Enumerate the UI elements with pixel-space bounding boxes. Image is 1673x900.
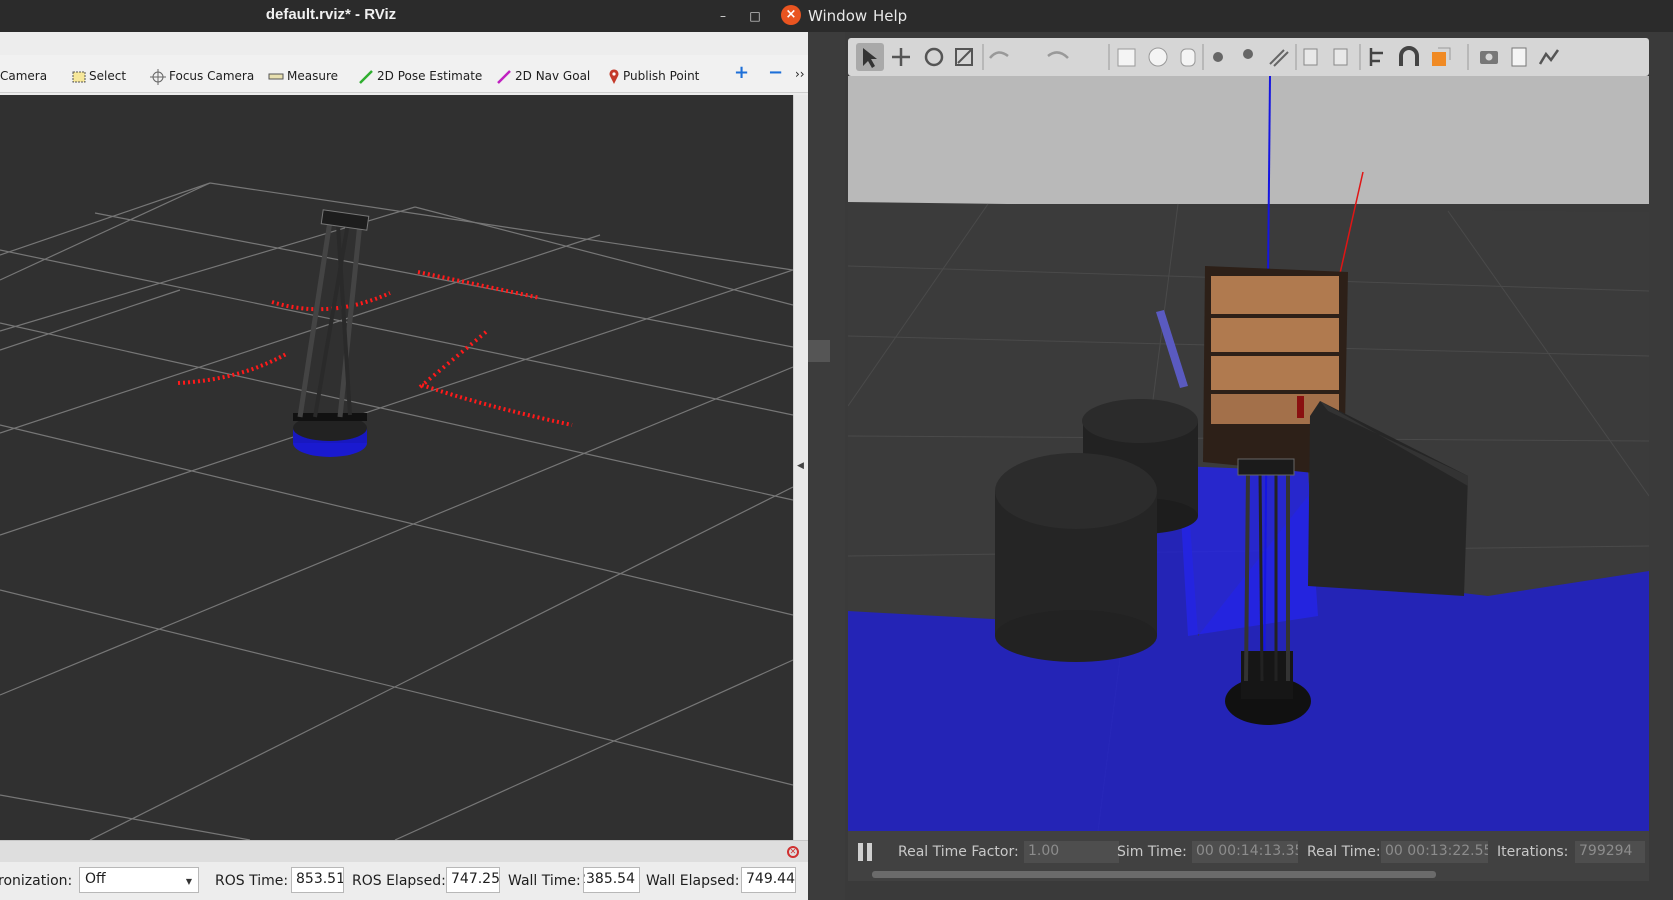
gazebo-3d-viewport[interactable]: [848, 76, 1649, 831]
horizontal-scrollbar[interactable]: [872, 871, 1436, 878]
remove-tool-button[interactable]: −: [768, 64, 783, 82]
select-box-icon: [72, 71, 86, 82]
sim-time-value: 00 00:14:13.354: [1192, 841, 1298, 863]
synchronization-value: Off: [85, 871, 106, 887]
wall-time-field[interactable]: 2385.54: [583, 867, 640, 893]
add-tool-button[interactable]: +: [734, 64, 749, 82]
gazebo-toolbar-icons: [856, 43, 1560, 71]
gazebo-menubar: [808, 0, 1673, 32]
ruler-icon: [268, 73, 284, 79]
tool-select[interactable]: Select: [72, 67, 126, 85]
synchronization-select[interactable]: Off ▼: [79, 867, 199, 893]
side-panel-handle[interactable]: ◀: [793, 95, 808, 840]
real-time-label: Real Time:: [1307, 844, 1381, 860]
ros-time-label: ROS Time:: [215, 873, 289, 889]
window-title: default.rviz* - RViz: [265, 6, 397, 23]
ros-elapsed-label: ROS Elapsed:: [352, 873, 446, 889]
close-panel-icon[interactable]: ✕: [787, 846, 799, 858]
view-angle-icon[interactable]: [1432, 47, 1451, 66]
sim-time-label: Sim Time:: [1117, 844, 1187, 860]
chevron-down-icon: ▼: [185, 877, 192, 886]
desktop: default.rviz* - RViz – □ × Camera Select…: [0, 0, 1673, 900]
rviz-3d-viewport[interactable]: [0, 95, 794, 841]
map-pin-icon: [609, 68, 619, 84]
green-arrow-icon: [359, 69, 373, 84]
ros-elapsed-field[interactable]: 747.25: [446, 867, 500, 893]
tool-label: Publish Point: [623, 69, 700, 83]
gazebo-right-panel-handle[interactable]: [1649, 32, 1673, 900]
time-panel-header: ✕: [0, 840, 808, 862]
real-time-factor-value: 1.00: [1024, 841, 1119, 863]
rviz-scene: [0, 95, 794, 841]
sphere-icon[interactable]: [1148, 47, 1168, 67]
real-time-factor-label: Real Time Factor:: [898, 844, 1019, 860]
directional-light-icon[interactable]: [1269, 49, 1289, 67]
tool-label: Select: [89, 69, 127, 83]
toolbar-overflow-button[interactable]: ››: [795, 65, 805, 83]
focus-camera-icon: [150, 68, 166, 85]
tool-label: Measure: [287, 69, 338, 83]
tool-focus-camera[interactable]: Focus Camera: [150, 67, 254, 85]
real-time-value: 00 00:13:22.551: [1381, 841, 1488, 863]
point-light-icon[interactable]: [1213, 52, 1223, 62]
wall-time-label: Wall Time:: [508, 873, 581, 889]
scale-icon[interactable]: [955, 48, 973, 66]
wall-elapsed-field[interactable]: 749.44: [741, 867, 796, 893]
menu-help[interactable]: Help: [873, 7, 907, 25]
tool-publish-point[interactable]: Publish Point: [608, 67, 699, 85]
align-icon[interactable]: [1369, 48, 1383, 66]
close-button[interactable]: ×: [781, 5, 801, 25]
tool-label: 2D Pose Estimate: [377, 69, 483, 83]
gazebo-scene: [848, 76, 1649, 831]
rviz-window: default.rviz* - RViz – □ × Camera Select…: [0, 0, 808, 900]
time-panel: ronization: Off ▼ ROS Time: 853.51 ROS E…: [0, 862, 808, 900]
spot-light-icon[interactable]: [1243, 49, 1253, 59]
box-icon[interactable]: [1117, 48, 1136, 67]
collapse-arrow-icon[interactable]: ◀: [797, 461, 804, 471]
screenshot-icon[interactable]: [1480, 51, 1498, 64]
window-gap: [808, 0, 845, 900]
paste-icon[interactable]: [1333, 48, 1348, 66]
plot-icon[interactable]: [1538, 49, 1560, 65]
undo-icon[interactable]: [989, 51, 1009, 59]
tool-measure[interactable]: Measure: [268, 67, 338, 85]
log-icon[interactable]: [1511, 47, 1527, 67]
cylinder-icon[interactable]: [1180, 48, 1196, 67]
tool-label: Focus Camera: [169, 69, 255, 83]
wall-elapsed-label: Wall Elapsed:: [646, 873, 740, 889]
hidden-panel-tab[interactable]: [808, 340, 830, 362]
translate-icon[interactable]: [892, 48, 910, 66]
gazebo-status-bar: Real Time Factor: 1.00 Sim Time: 00 00:1…: [848, 831, 1649, 881]
rviz-toolbar: Camera Select Focus Camera Measure 2D Po…: [0, 55, 808, 93]
tool-2d-pose-estimate[interactable]: 2D Pose Estimate: [358, 67, 482, 85]
iterations-label: Iterations:: [1497, 844, 1569, 860]
maximize-button[interactable]: □: [746, 7, 764, 25]
tool-label: Camera: [0, 69, 48, 83]
magenta-arrow-icon: [497, 69, 511, 84]
ros-time-field[interactable]: 853.51: [291, 867, 344, 893]
tool-move-camera[interactable]: Camera: [0, 67, 47, 85]
iterations-value: 799294: [1575, 841, 1645, 863]
rotate-icon[interactable]: [924, 47, 944, 67]
minimize-button[interactable]: –: [714, 7, 732, 25]
pause-button[interactable]: [858, 843, 872, 861]
cylinder-obstacle-front: [995, 453, 1157, 662]
gazebo-toolbar: [848, 38, 1649, 76]
tool-label: 2D Nav Goal: [515, 69, 591, 83]
redo-icon[interactable]: [1047, 51, 1069, 59]
tool-2d-nav-goal[interactable]: 2D Nav Goal: [496, 67, 590, 85]
synchronization-label: ronization:: [0, 873, 73, 889]
rviz-titlebar[interactable]: default.rviz* - RViz – □ ×: [0, 0, 808, 32]
menu-window[interactable]: Window: [808, 7, 867, 25]
magnet-icon[interactable]: [1399, 46, 1419, 66]
copy-icon[interactable]: [1303, 48, 1318, 66]
